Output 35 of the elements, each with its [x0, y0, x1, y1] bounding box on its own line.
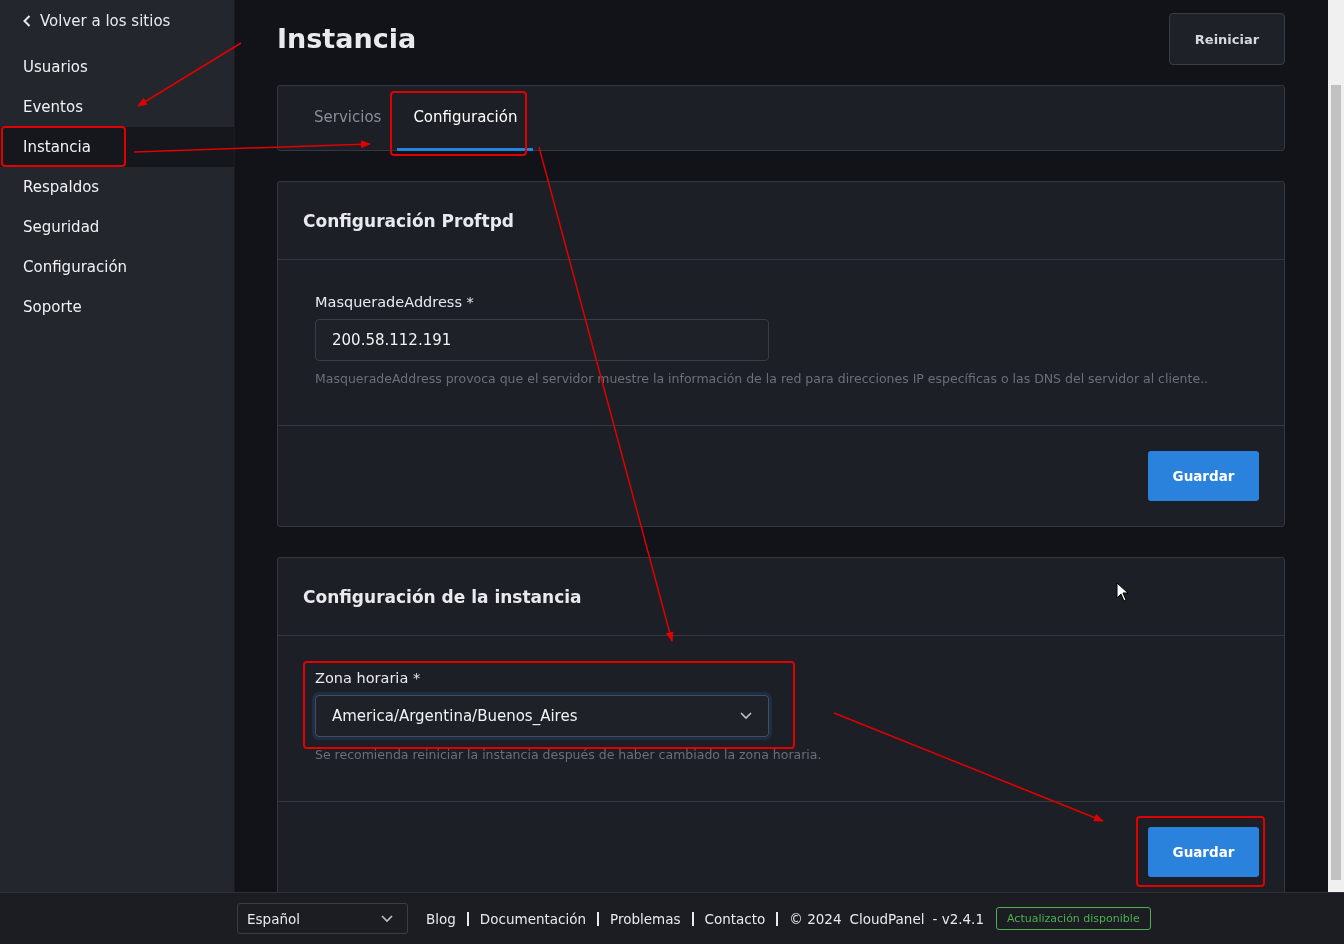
sidebar-item[interactable]: Configuración: [0, 247, 234, 287]
page-title: Instancia: [277, 22, 417, 54]
product-name: CloudPanel: [849, 910, 925, 927]
sidebar-item[interactable]: Seguridad: [0, 207, 234, 247]
footer-link[interactable]: Contacto: [704, 910, 766, 927]
language-select[interactable]: Español: [237, 903, 408, 934]
save-button[interactable]: Guardar: [1148, 827, 1259, 877]
restart-button[interactable]: Reiniciar: [1169, 13, 1285, 65]
back-link[interactable]: Volver a los sitios: [0, 10, 234, 32]
sidebar-item[interactable]: Instancia: [0, 127, 234, 167]
sidebar-item[interactable]: Eventos: [0, 87, 234, 127]
sidebar-item[interactable]: Respaldos: [0, 167, 234, 207]
field-label: MasqueradeAddress *: [315, 294, 475, 310]
sidebar-item[interactable]: Usuarios: [0, 47, 234, 87]
sidebar-item[interactable]: Soporte: [0, 287, 234, 327]
card-title: Configuración Proftpd: [303, 210, 514, 231]
footer-link[interactable]: Documentación: [479, 910, 587, 927]
save-button[interactable]: Guardar: [1148, 451, 1259, 501]
help-text: Se recomienda reiniciar la instancia después de haber cambiado la zona horaria.: [315, 747, 823, 762]
footer-link[interactable]: Problemas: [610, 910, 681, 927]
chevron-left-icon: [23, 15, 31, 27]
field-label: Zona horaria *: [315, 670, 422, 686]
update-badge[interactable]: Actualización disponible: [996, 907, 1151, 930]
footer-link[interactable]: Blog: [426, 910, 456, 927]
cursor-icon: [1116, 582, 1129, 602]
input-field[interactable]: 200.58.112.191: [315, 319, 769, 361]
tab[interactable]: Servicios: [298, 86, 398, 150]
card-title: Configuración de la instancia: [303, 586, 582, 607]
timezone-select[interactable]: America/Argentina/Buenos_Aires: [315, 695, 769, 737]
chevron-down-icon: [740, 712, 752, 720]
chevron-down-icon: [381, 914, 393, 923]
tab[interactable]: Configuración: [397, 85, 534, 151]
copyright-text: © 2024: [789, 910, 842, 927]
version-text: - v2.4.1: [932, 910, 984, 927]
scrollbar-thumb[interactable]: [1331, 85, 1341, 880]
